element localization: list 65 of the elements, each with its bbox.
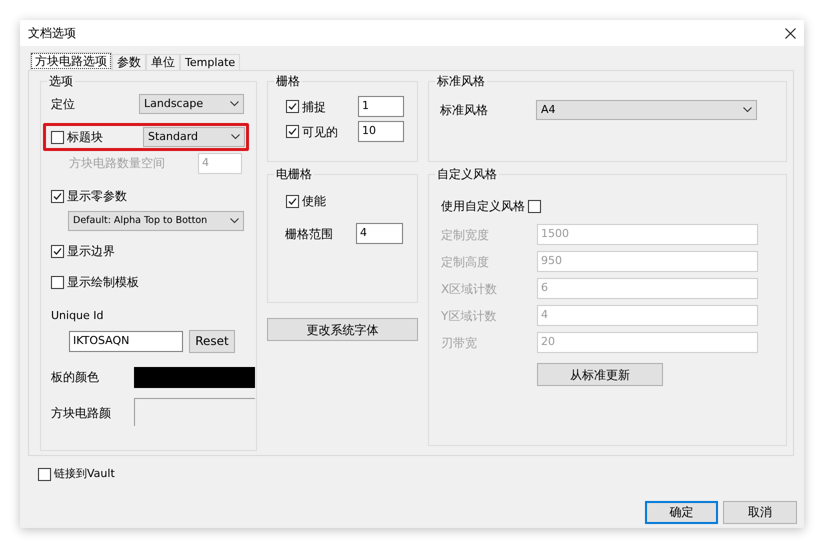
checkmark-icon bbox=[288, 127, 297, 136]
checkbox-label: 使能 bbox=[302, 193, 326, 210]
checkbox-label: 显示绘制模板 bbox=[67, 274, 139, 291]
group-title: 栅格 bbox=[274, 73, 302, 89]
checkbox[interactable] bbox=[51, 244, 64, 258]
field-label: 栅格范围 bbox=[285, 226, 333, 242]
chevron-down-icon bbox=[230, 101, 239, 107]
checkbox-label: 显示零参数 bbox=[67, 188, 127, 205]
checkbox[interactable] bbox=[51, 276, 64, 288]
chevron-down-icon bbox=[743, 107, 752, 113]
field-label: 刃带宽 bbox=[441, 334, 478, 352]
checkbox[interactable] bbox=[528, 200, 541, 212]
checkbox[interactable] bbox=[38, 468, 51, 481]
color-swatch[interactable] bbox=[134, 366, 255, 388]
field-label: 板的颜色 bbox=[51, 369, 99, 386]
color-swatch[interactable] bbox=[134, 398, 255, 426]
dropdown[interactable]: Default: Alpha Top to Botton bbox=[68, 211, 244, 231]
update-from-standard-button[interactable]: 从标准更新 bbox=[537, 363, 663, 386]
tab[interactable]: Template bbox=[180, 54, 240, 70]
change-font-button[interactable]: 更改系统字体 bbox=[267, 318, 418, 341]
checkbox-label: 可见的 bbox=[302, 124, 338, 140]
checkbox[interactable] bbox=[51, 190, 64, 202]
tab[interactable]: 方块电路选项 bbox=[30, 52, 112, 70]
checkmark-icon bbox=[288, 102, 297, 111]
input-field[interactable]: 10 bbox=[358, 121, 404, 142]
checkbox-label: 使用自定义风格 bbox=[441, 198, 525, 215]
checkbox-label: 链接到Vault bbox=[54, 466, 115, 482]
checkbox-label: 标题块 bbox=[67, 129, 103, 146]
input-field[interactable]: 4 bbox=[356, 223, 403, 244]
dialog-button[interactable]: 确定 bbox=[645, 500, 718, 524]
checkbox[interactable] bbox=[286, 194, 299, 208]
tab[interactable]: 参数 bbox=[112, 54, 146, 70]
group-title: 自定义风格 bbox=[435, 166, 499, 182]
chevron-down-icon bbox=[231, 134, 240, 140]
checkbox-label: 捕捉 bbox=[302, 98, 326, 116]
field-label: 定制高度 bbox=[441, 254, 490, 270]
window-title: 文档选项 bbox=[28, 25, 76, 42]
input-field[interactable]: 1 bbox=[358, 96, 404, 117]
chevron-down-icon bbox=[230, 218, 239, 224]
reset-button[interactable]: Reset bbox=[189, 330, 235, 352]
input-field[interactable]: IKTOSAQN bbox=[69, 330, 183, 352]
group-title: 电栅格 bbox=[274, 166, 314, 182]
close-icon[interactable] bbox=[785, 28, 796, 38]
field-label: 方块电路颜 bbox=[51, 404, 111, 422]
checkmark-icon bbox=[53, 192, 62, 200]
dropdown[interactable]: Standard bbox=[143, 127, 245, 147]
field-label: Y区域计数 bbox=[441, 308, 498, 324]
dropdown[interactable]: A4 bbox=[536, 100, 757, 120]
dropdown[interactable]: Landscape bbox=[139, 94, 244, 114]
checkbox[interactable] bbox=[286, 125, 299, 138]
field-label: X区域计数 bbox=[441, 280, 498, 298]
tab[interactable]: 单位 bbox=[146, 54, 180, 70]
checkbox[interactable] bbox=[286, 100, 299, 113]
group-title: 选项 bbox=[47, 73, 75, 89]
field-label: 定制宽度 bbox=[441, 226, 490, 244]
group-title: 标准风格 bbox=[435, 73, 487, 89]
field-label: 定位 bbox=[51, 96, 75, 113]
checkbox[interactable] bbox=[51, 130, 64, 144]
field-label: 标准风格 bbox=[440, 102, 489, 119]
field-label: 方块电路数量空间 bbox=[69, 155, 165, 172]
dialog-button[interactable]: 取消 bbox=[723, 500, 797, 524]
checkmark-icon bbox=[288, 196, 297, 206]
field-label: Unique Id bbox=[51, 308, 105, 324]
checkbox-label: 显示边界 bbox=[67, 243, 115, 260]
checkmark-icon bbox=[53, 246, 62, 256]
